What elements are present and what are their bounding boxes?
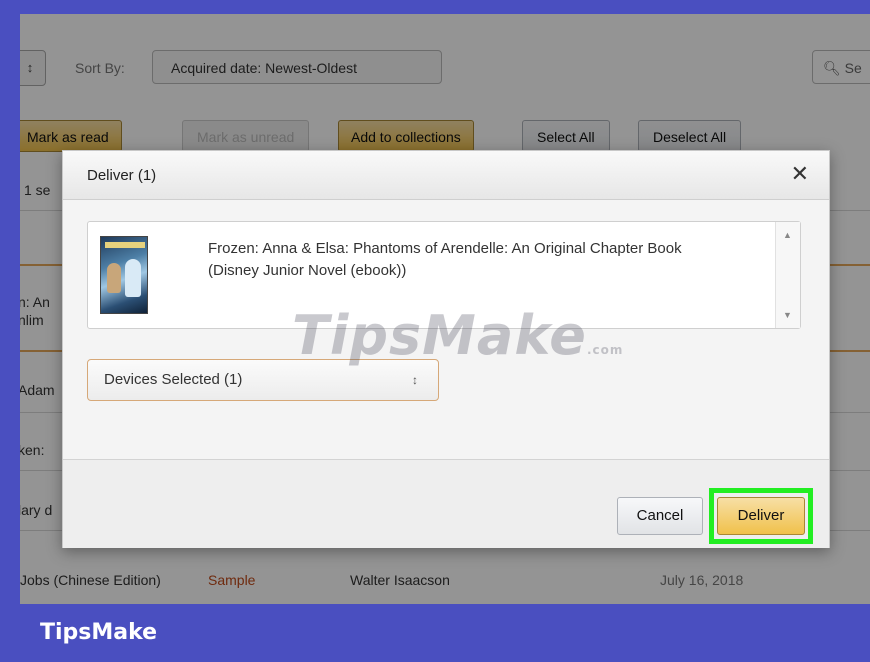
cancel-button[interactable]: Cancel bbox=[617, 497, 703, 535]
frame-border bbox=[0, 0, 20, 604]
book-title: Frozen: Anna & Elsa: Phantoms of Arendel… bbox=[208, 240, 682, 279]
watermark: TipsMake.com bbox=[292, 304, 624, 367]
dialog-footer: Cancel Deliver bbox=[63, 459, 829, 548]
brand-logo: TipsMake bbox=[40, 620, 158, 645]
scroll-up-icon[interactable]: ▲ bbox=[783, 230, 792, 240]
book-cover-image bbox=[100, 236, 148, 314]
dialog-title: Deliver (1) bbox=[87, 167, 157, 184]
list-scrollbar[interactable]: ▲ ▼ bbox=[775, 222, 800, 328]
dialog-header: Deliver (1) ✕ bbox=[63, 151, 829, 200]
scroll-down-icon[interactable]: ▼ bbox=[783, 310, 792, 320]
devices-select-value: Devices Selected (1) bbox=[104, 371, 243, 388]
close-icon[interactable]: ✕ bbox=[791, 161, 809, 187]
app-frame: ↕ Sort By: Acquired date: Newest-Oldest … bbox=[20, 14, 870, 604]
brand-bar: TipsMake bbox=[0, 604, 870, 662]
frame-border bbox=[0, 0, 870, 14]
deliver-button[interactable]: Deliver bbox=[717, 497, 805, 535]
